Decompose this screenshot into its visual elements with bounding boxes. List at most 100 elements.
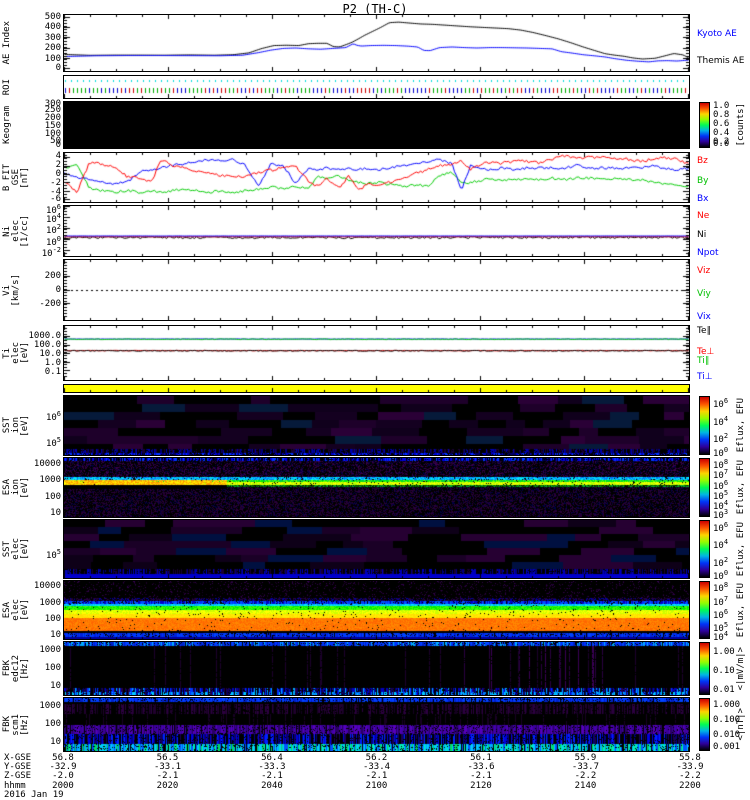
y-tick-label: 1000 (39, 475, 61, 486)
y-tick-label: 104 (45, 211, 61, 225)
plot-area-ae (63, 14, 690, 72)
y-tick-label: 0 (55, 285, 61, 295)
panel-bfit: B FIT GSE [nT] 4 2 0 -2 -4 -6 Bz By Bx (0, 152, 750, 204)
plot-area-esa_ion (63, 457, 690, 518)
spectrogram-canvas-sst_ion (64, 396, 689, 455)
spectrogram-canvas-keogram (64, 102, 689, 148)
series-label-Viy: Viy (697, 288, 711, 299)
spectrogram-canvas-roi (64, 76, 689, 98)
plot-area-esa_elec (63, 580, 690, 640)
panel-fbk_scm1: FBK scm1 [Hz] 1000 100 10 1.000 0.100 0.010 0.001… (0, 697, 750, 752)
series-label-Te: Te∥ (697, 326, 712, 337)
y-tick-label: 2 (55, 160, 61, 171)
colorbar-unit-label: Eflux, EFU (736, 519, 746, 579)
plot-area-density (63, 205, 690, 257)
y-tick-label: 0 (55, 63, 61, 73)
plot-area-bfit (63, 152, 690, 203)
plot-area-sst_elec (63, 519, 690, 579)
time-tick-label: 2140 (574, 781, 597, 791)
plot-area-fbk_edc12 (63, 641, 690, 696)
series-label-Viz: Viz (697, 266, 711, 277)
y-axis-label-part: Keogram (2, 106, 12, 144)
y-tick-label: 0 (55, 140, 61, 150)
spectrogram-canvas-esa_elec (64, 581, 689, 639)
plot-area-keogram (63, 101, 690, 149)
plot-area-roi (63, 75, 690, 99)
colorbar-unit-text: Eflux, EFU (736, 460, 746, 515)
colorbar-tick-label: 0.10 (713, 665, 735, 676)
colorbar-tick-label: 108 (713, 581, 729, 595)
panel-sst_ion: SST ion [eV] 106 105 106 104 102 100 Eflux, EFU (0, 395, 750, 459)
panel-mode_bar (0, 384, 750, 393)
colorbar-tick-label: 102 (713, 555, 729, 569)
colorbar-sst_ion (699, 396, 710, 455)
spectrogram-canvas-sst_elec (64, 520, 689, 578)
time-tick-label: 2000 (52, 781, 74, 791)
panel-esa_elec: ESA elec [eV] 10000 1000 100 10 108 107 106 105 104… (0, 580, 750, 643)
colorbar-tick-label: 107 (713, 594, 729, 608)
colorbar-unit-label: [counts] (736, 101, 746, 149)
colorbar-tick-label: 106 (713, 607, 729, 621)
panel-density: Ni elec [1/cc] 106 104 102 100 10-2 Ne Ni Npot (0, 204, 750, 260)
y-tick-label: 500 (44, 12, 61, 22)
plot-area-mode_bar (63, 384, 690, 393)
series-label-By: By (697, 176, 709, 187)
series-label-ThemisAE: Themis AE (697, 55, 745, 66)
ephemeris-zgse-value: -2.1 (365, 771, 388, 781)
y-tick-label: 200 (44, 271, 61, 282)
colorbar-unit-text: Eflux, EFU (736, 398, 746, 453)
date-label: 2016 Jan 19 (4, 790, 64, 800)
colorbar-tick-label: 1.00 (713, 646, 735, 657)
series-label-Vix: Vix (697, 311, 711, 322)
ephemeris-zgse-value: -2.1 (156, 771, 179, 781)
colorbar-esa_ion (699, 458, 710, 517)
y-tick-label: -200 (39, 298, 61, 309)
colorbar-tick-label: 0.0 (713, 139, 730, 149)
y-tick-label: 10 (50, 737, 61, 748)
y-axis-label-roi: ROI (2, 75, 12, 99)
y-axis-label-part: AE Index (2, 21, 12, 65)
y-tick-label: 1000 (39, 701, 61, 712)
colorbar-tick-label: 102 (713, 432, 729, 446)
time-tick-label: 2120 (470, 781, 492, 791)
time-tick-label: 2200 (679, 781, 701, 791)
spectrogram-canvas-mode_bar (64, 385, 689, 392)
y-tick-label: 106 (45, 410, 61, 424)
colorbar-unit-label: Eflux, EFU (736, 580, 746, 640)
y-tick-label: 100 (44, 54, 61, 65)
plot-area-temperature (63, 325, 690, 381)
colorbar-unit-text: <|nT|> (736, 708, 746, 741)
panel-esa_ion: ESA ion [eV] 10000 1000 100 10 108 107 106 105 104 1… (0, 457, 750, 521)
y-tick-label: 10-2 (41, 246, 61, 260)
y-tick-label: 0.1 (44, 366, 61, 377)
colorbar-esa_elec (699, 581, 710, 639)
y-axis-label-part: ROI (2, 78, 12, 96)
tplot-summary-figure: P2 (TH-C) AE Index 500 400 300 200 100 0 Kyoto … (0, 0, 750, 800)
colorbar-fbk_edc12 (699, 642, 710, 695)
colorbar-sst_elec (699, 520, 710, 578)
series-label-Ti: Ti∥ (697, 355, 710, 366)
panel-fbk_edc12: FBK edc12 [Hz] 1000 100 10 1.00 0.10 0.01 <|mV/m|… (0, 641, 750, 696)
panel-roi: ROI (0, 75, 750, 99)
y-tick-label: -6 (50, 194, 61, 204)
series-label-Ti: Ti⊥ (697, 372, 713, 382)
colorbar-tick-label: 0.01 (713, 685, 735, 696)
ephemeris-zgse-value: -2.2 (574, 771, 597, 781)
y-tick-label: 10000 (33, 581, 61, 592)
line-canvas-velocity (64, 260, 689, 320)
colorbar-unit-text: Eflux, EFU (736, 582, 746, 638)
plot-area-fbk_scm1 (63, 697, 690, 752)
ephemeris-zgse-value: -2.0 (52, 771, 74, 781)
line-canvas-bfit (64, 153, 689, 202)
colorbar-unit-label: <|mV/m|> (736, 641, 746, 696)
y-tick-label: 100 (44, 719, 61, 730)
series-label-Ni: Ni (697, 229, 707, 240)
y-tick-label: 105 (45, 547, 61, 561)
colorbar-unit-label: Eflux, EFU (736, 457, 746, 518)
colorbar-tick-label: 106 (713, 397, 729, 411)
colorbar-tick-label: 104 (713, 538, 729, 552)
spectrogram-canvas-esa_ion (64, 458, 689, 517)
line-canvas-ae (64, 15, 689, 71)
series-label-Npot: Npot (697, 248, 719, 258)
panel-ae: AE Index 500 400 300 200 100 0 Kyoto AE Themis A… (0, 12, 750, 73)
